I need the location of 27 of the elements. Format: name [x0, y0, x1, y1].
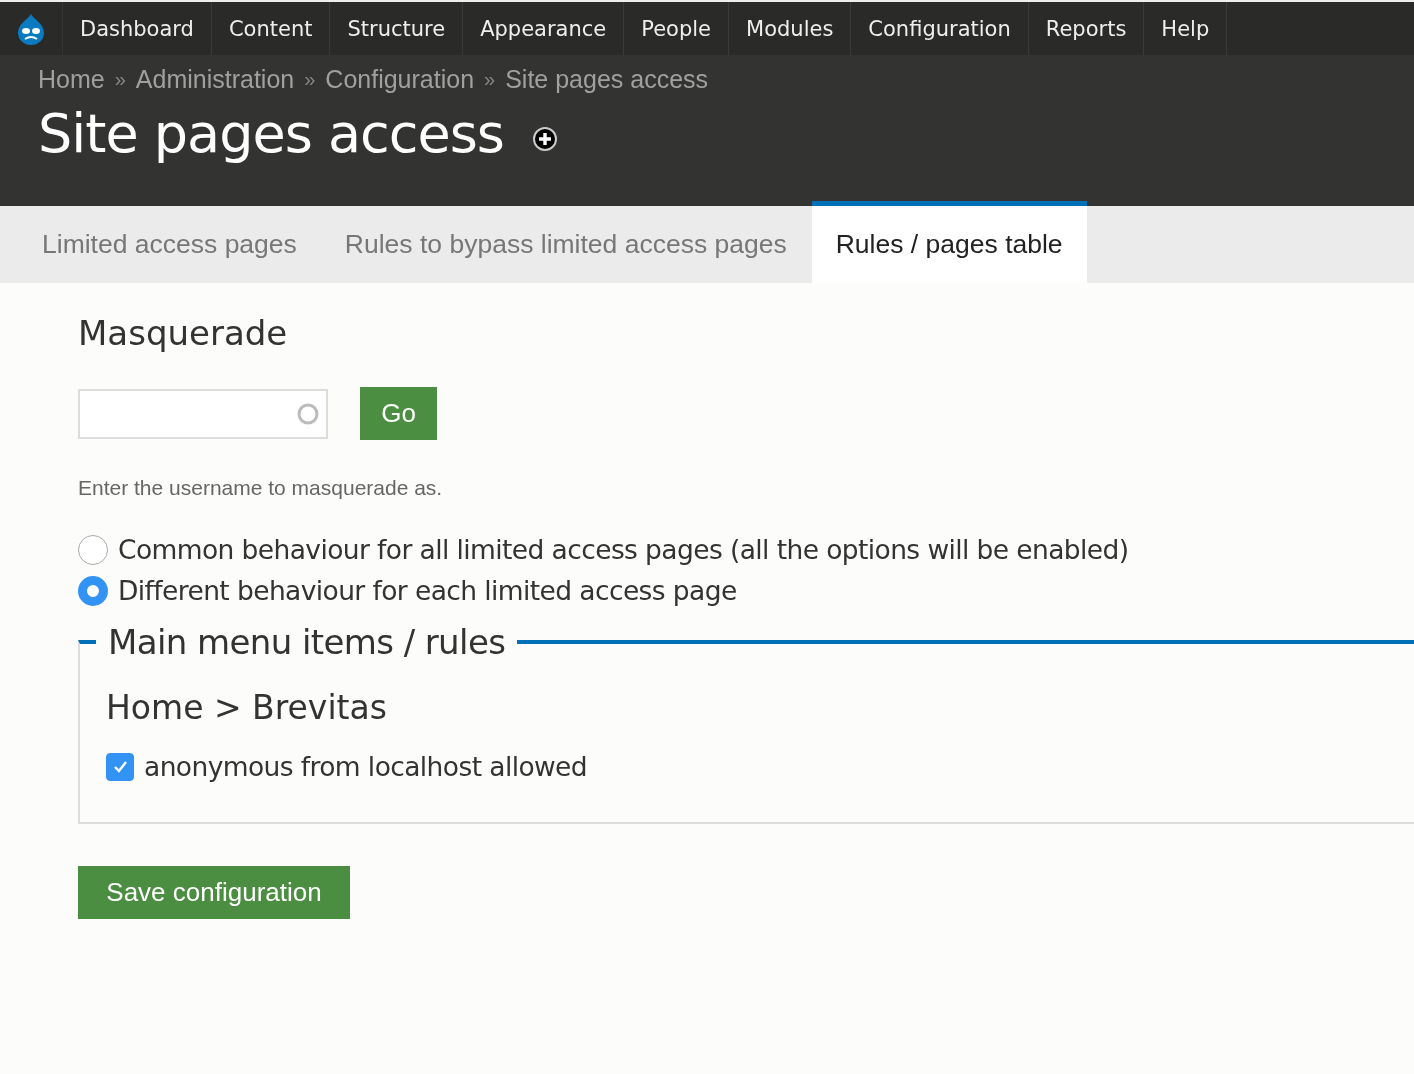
- radio-label: Common behaviour for all limited access pages (all the options will be enabled): [118, 534, 1129, 565]
- checkbox-label: anonymous from localhost allowed: [144, 751, 588, 782]
- tab[interactable]: Limited access pages: [18, 206, 321, 283]
- breadcrumb-link[interactable]: Site pages access: [505, 65, 709, 94]
- radio-button[interactable]: [78, 575, 108, 606]
- section-title: Masquerade: [78, 313, 289, 353]
- save-configuration-button[interactable]: Save configuration: [78, 866, 350, 919]
- checkbox[interactable]: [106, 752, 134, 781]
- tab[interactable]: Rules / pages table: [811, 201, 1087, 283]
- breadcrumb-separator: »: [114, 68, 126, 91]
- page-title: Site pages access: [38, 102, 504, 165]
- breadcrumb-separator: »: [484, 68, 496, 91]
- add-shortcut-icon[interactable]: [531, 125, 558, 152]
- autocomplete-throbber-icon: [296, 401, 320, 426]
- breadcrumb-separator: »: [304, 68, 316, 91]
- breadcrumb-link[interactable]: Configuration: [325, 65, 475, 94]
- go-button[interactable]: Go: [360, 387, 437, 440]
- breadcrumb-link[interactable]: Administration: [135, 65, 295, 94]
- fieldset-legend: Main menu items / rules: [96, 622, 518, 662]
- field-description: Enter the username to masquerade as.: [78, 476, 444, 500]
- breadcrumb-link[interactable]: Home: [38, 65, 105, 94]
- radio-button[interactable]: [78, 534, 108, 565]
- username-field[interactable]: [78, 388, 328, 439]
- drop-logo-icon[interactable]: [16, 12, 46, 45]
- section-heading: Home > Brevitas: [106, 688, 388, 727]
- tab[interactable]: Rules to bypass limited access pages: [320, 206, 811, 283]
- radio-label: Different behaviour for each limited access page: [118, 575, 737, 606]
